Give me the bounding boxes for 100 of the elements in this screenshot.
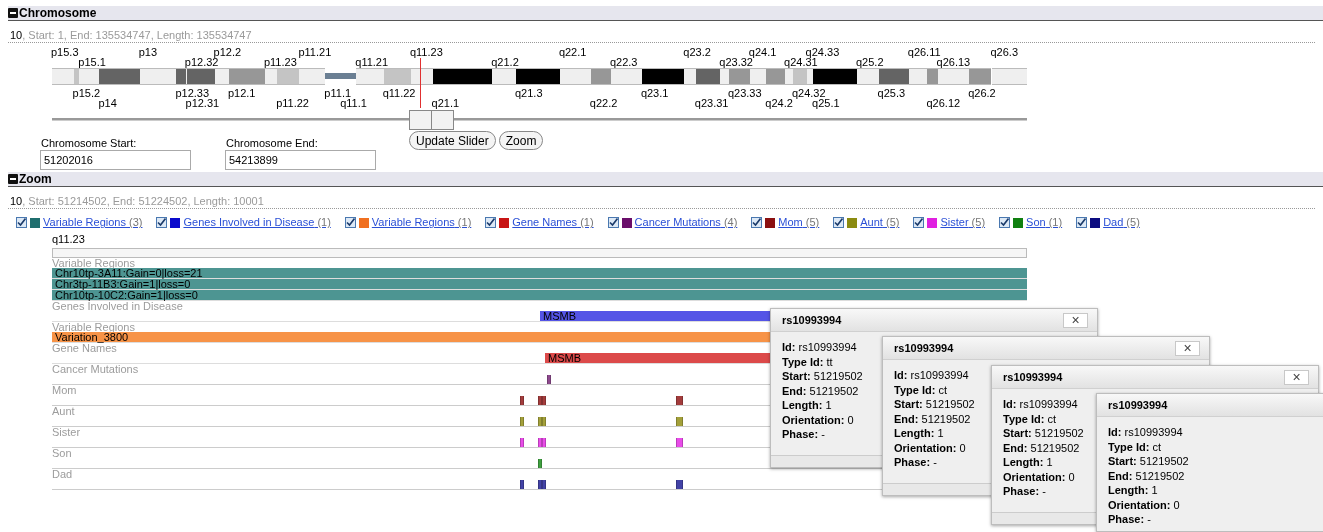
- legend-link[interactable]: Mom (5): [778, 214, 820, 231]
- band-label: q11.21: [355, 56, 389, 68]
- variant-mark[interactable]: [538, 459, 542, 468]
- collapse-icon[interactable]: [8, 8, 18, 18]
- popup-field: Type Id: ct: [894, 382, 947, 397]
- checkbox[interactable]: [156, 217, 168, 228]
- track-label: Cancer Mutations: [52, 364, 139, 374]
- popup-field: Id: rs10993994: [782, 340, 857, 355]
- band-label: q23.1: [640, 87, 669, 99]
- popup-title: rs10993994: [782, 312, 842, 328]
- collapse-icon[interactable]: [8, 174, 18, 184]
- popup-field: Phase: -: [782, 427, 825, 442]
- checkbox[interactable]: [485, 217, 497, 228]
- legend-link[interactable]: Dad (5): [1103, 214, 1140, 231]
- popup-field: Length: 1: [1108, 483, 1158, 498]
- variant-mark[interactable]: [520, 438, 524, 447]
- popup-field: Length: 1: [1003, 455, 1053, 470]
- feature-bar[interactable]: Chr10tp-3A11:Gain=0|loss=21: [52, 268, 1027, 278]
- checkbox[interactable]: [16, 217, 27, 228]
- band-label: q26.12: [926, 97, 961, 109]
- popup-field: Start: 51219502: [782, 369, 863, 384]
- popup-field: End: 51219502: [782, 383, 859, 398]
- field-label: Chromosome Start:: [40, 137, 137, 150]
- band-label: q26.2: [968, 87, 996, 99]
- band-label: q21.3: [515, 87, 543, 99]
- band-label: p12.2: [213, 46, 242, 58]
- track-label: Variable Regions: [52, 258, 135, 268]
- panel-title: Chromosome: [19, 6, 97, 20]
- legend-link[interactable]: Variable Regions (1): [371, 214, 472, 231]
- popup-field: Phase: -: [894, 455, 937, 470]
- checkbox[interactable]: [1076, 217, 1088, 228]
- popup-field: Id: rs10993994: [1108, 425, 1183, 440]
- variant-mark[interactable]: [542, 417, 546, 426]
- variant-mark[interactable]: [676, 438, 683, 447]
- popup-field: End: 51219502: [1003, 440, 1080, 455]
- variant-mark[interactable]: [542, 438, 546, 447]
- panel-title: Zoom: [19, 172, 52, 186]
- track-label: Aunt: [52, 406, 75, 416]
- variant-mark[interactable]: [538, 480, 542, 489]
- band-label: q26.3: [990, 46, 1019, 58]
- popup-field: End: 51219502: [894, 411, 971, 426]
- band-label: q23.32: [719, 56, 753, 68]
- close-button[interactable]: ×: [1175, 340, 1200, 356]
- legend-link[interactable]: Sister (5): [940, 214, 986, 231]
- popup-field: Orientation: 0: [782, 412, 854, 427]
- legend-link[interactable]: Cancer Mutations (4): [634, 214, 738, 231]
- band-label: q24.2: [765, 97, 793, 109]
- action-button[interactable]: Zoom: [498, 131, 544, 150]
- checkbox[interactable]: [913, 217, 925, 228]
- band-label: q26.11: [907, 46, 941, 58]
- input-field[interactable]: 51202016: [40, 150, 191, 170]
- band-label: q22.3: [609, 56, 638, 68]
- variant-mark[interactable]: [538, 396, 542, 405]
- variant-mark[interactable]: [676, 417, 683, 426]
- variant-mark[interactable]: [547, 375, 551, 384]
- band-label: p13: [138, 46, 158, 58]
- slider-handle[interactable]: [408, 110, 454, 130]
- checkbox[interactable]: [999, 217, 1011, 228]
- checkbox[interactable]: [833, 217, 845, 228]
- band-label: p11.22: [276, 97, 309, 109]
- variant-mark[interactable]: [676, 396, 683, 405]
- input-field[interactable]: 54213899: [225, 150, 376, 170]
- variant-mark[interactable]: [520, 417, 524, 426]
- legend-link[interactable]: Variable Regions (3): [43, 214, 143, 231]
- band-label: q24.31: [784, 56, 818, 68]
- close-button[interactable]: ×: [1284, 369, 1309, 385]
- legend-link[interactable]: Genes Involved in Disease (1): [183, 214, 331, 231]
- chromosome-band: [299, 68, 326, 85]
- popup-field: Start: 51219502: [894, 397, 975, 412]
- checkbox[interactable]: [751, 217, 763, 228]
- variant-mark[interactable]: [542, 396, 546, 405]
- popup-field: Type Id: ct: [1003, 411, 1056, 426]
- variant-mark[interactable]: [538, 438, 542, 447]
- checkbox[interactable]: [607, 217, 619, 228]
- action-button[interactable]: Update Slider: [409, 131, 496, 150]
- track-label: Dad: [52, 469, 73, 479]
- variant-mark[interactable]: [520, 396, 524, 405]
- band-label: q23.31: [694, 97, 729, 109]
- band-label: q24.32: [791, 87, 826, 99]
- band-label: p15.1: [78, 56, 106, 68]
- variant-mark[interactable]: [538, 417, 542, 426]
- variant-mark[interactable]: [676, 480, 683, 489]
- band-label: q21.2: [491, 56, 519, 68]
- track-label: Son: [52, 448, 72, 458]
- band-label: q22.2: [589, 97, 618, 109]
- band-label: p15.2: [72, 87, 101, 99]
- band-label: p12.31: [185, 97, 220, 109]
- legend-link[interactable]: Gene Names (1): [512, 214, 594, 231]
- variant-mark[interactable]: [520, 480, 524, 489]
- band-label: q23.33: [727, 87, 762, 99]
- close-button[interactable]: ×: [1063, 312, 1088, 328]
- legend-link[interactable]: Son (1): [1026, 214, 1063, 231]
- band-label: p14: [98, 97, 117, 109]
- legend-link[interactable]: Aunt (5): [860, 214, 900, 231]
- checkbox[interactable]: [344, 217, 356, 228]
- band-label: q11.22: [382, 87, 416, 99]
- summary-text: 10, Start: 51214502, End: 51224502, Length: 10001: [10, 194, 264, 208]
- popup-field: Id: rs10993994: [1003, 397, 1078, 412]
- popup-field: Start: 51219502: [1108, 454, 1189, 469]
- variant-mark[interactable]: [542, 480, 546, 489]
